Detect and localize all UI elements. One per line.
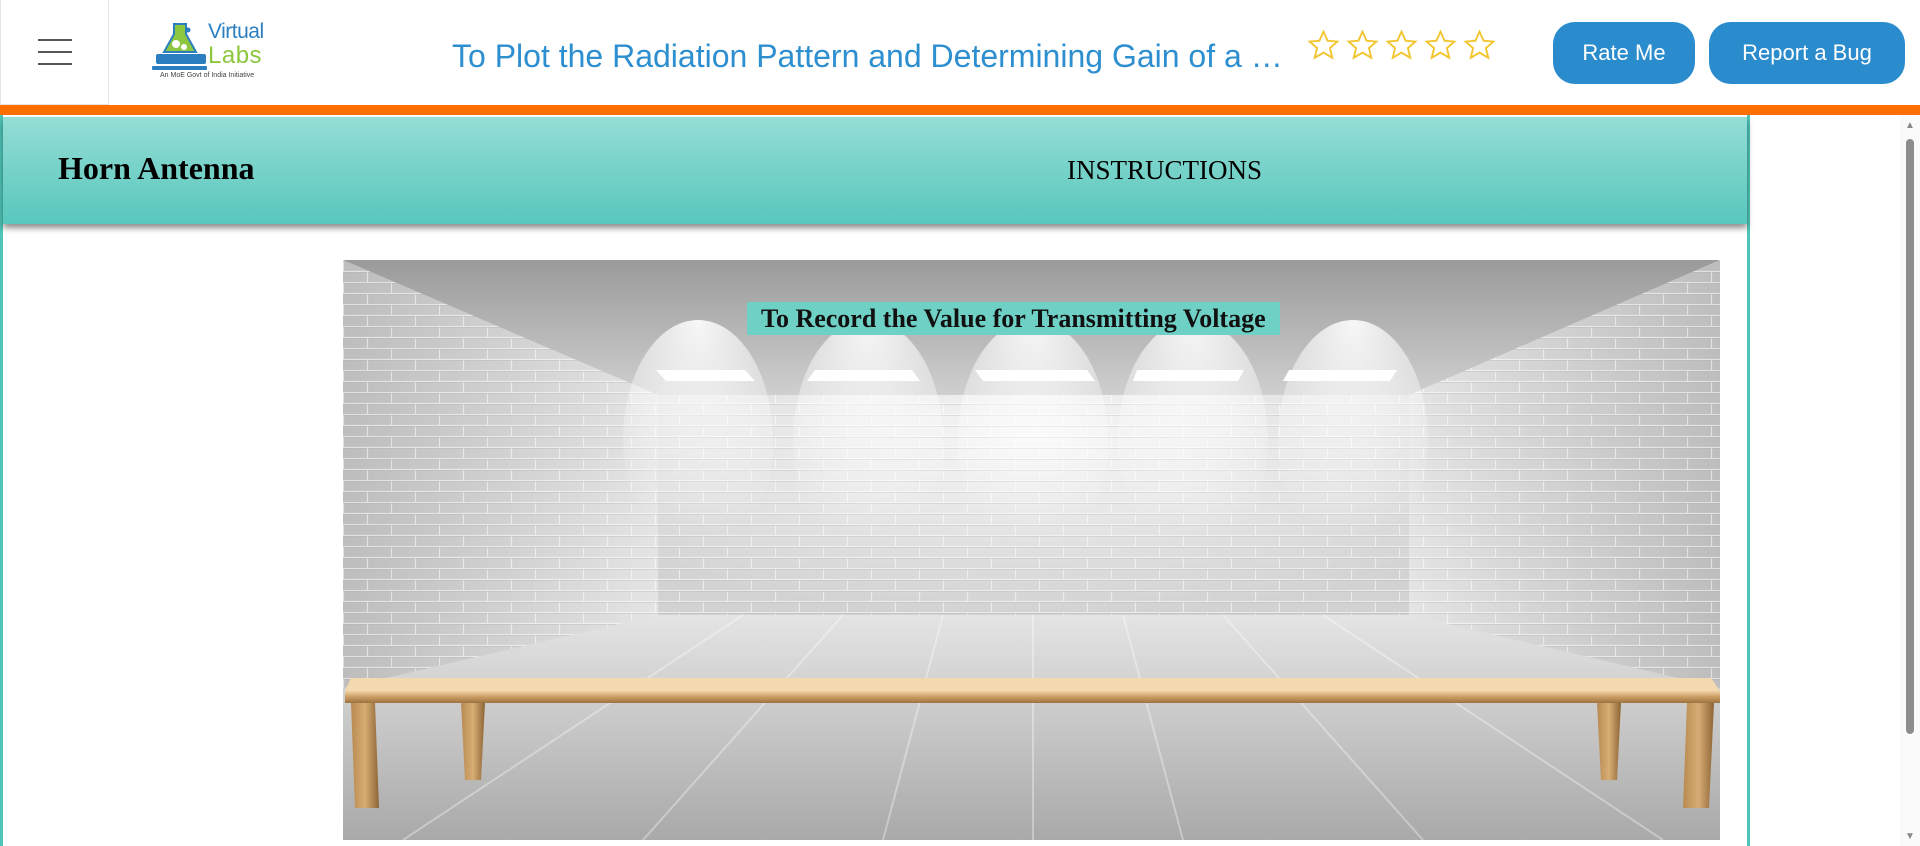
logo-text-labs: Labs (208, 42, 263, 69)
instructions-link[interactable]: INSTRUCTIONS (1067, 155, 1262, 186)
rating-stars (1306, 28, 1497, 63)
scene-caption: To Record the Value for Transmitting Vol… (747, 302, 1280, 335)
simulation-title: Horn Antenna (58, 150, 255, 186)
simulation-header: Horn Antenna INSTRUCTIONS (3, 117, 1747, 224)
header-divider (0, 105, 1920, 115)
star-icon[interactable] (1306, 28, 1341, 63)
scroll-down-arrow-icon[interactable]: ▼ (1904, 830, 1916, 842)
virtual-labs-logo[interactable]: Virtual Labs An MoE Govt of India Initia… (150, 16, 280, 86)
top-navigation-bar: Virtual Labs An MoE Govt of India Initia… (0, 0, 1920, 105)
scrollbar-thumb[interactable] (1906, 139, 1914, 734)
hamburger-menu-icon[interactable] (0, 0, 109, 105)
star-icon[interactable] (1423, 28, 1458, 63)
star-icon[interactable] (1384, 28, 1419, 63)
rate-me-button[interactable]: Rate Me (1553, 22, 1695, 84)
star-icon[interactable] (1462, 28, 1497, 63)
star-icon[interactable] (1345, 28, 1380, 63)
report-bug-button[interactable]: Report a Bug (1709, 22, 1905, 84)
logo-underline (152, 66, 207, 70)
logo-text-virtual: Virtual (208, 20, 264, 43)
logo-tagline: An MoE Govt of India Initiative (160, 72, 255, 79)
experiment-title: To Plot the Radiation Pattern and Determ… (452, 38, 1302, 74)
simulation-scene[interactable]: To Record the Value for Transmitting Vol… (343, 260, 1720, 840)
simulation-frame: Horn Antenna INSTRUCTIONS To Record the … (0, 115, 1750, 846)
vertical-scrollbar[interactable]: ▲ ▼ (1900, 115, 1920, 846)
scroll-up-arrow-icon[interactable]: ▲ (1904, 119, 1916, 131)
brick-room-background (343, 260, 1720, 840)
flask-icon (156, 23, 206, 64)
